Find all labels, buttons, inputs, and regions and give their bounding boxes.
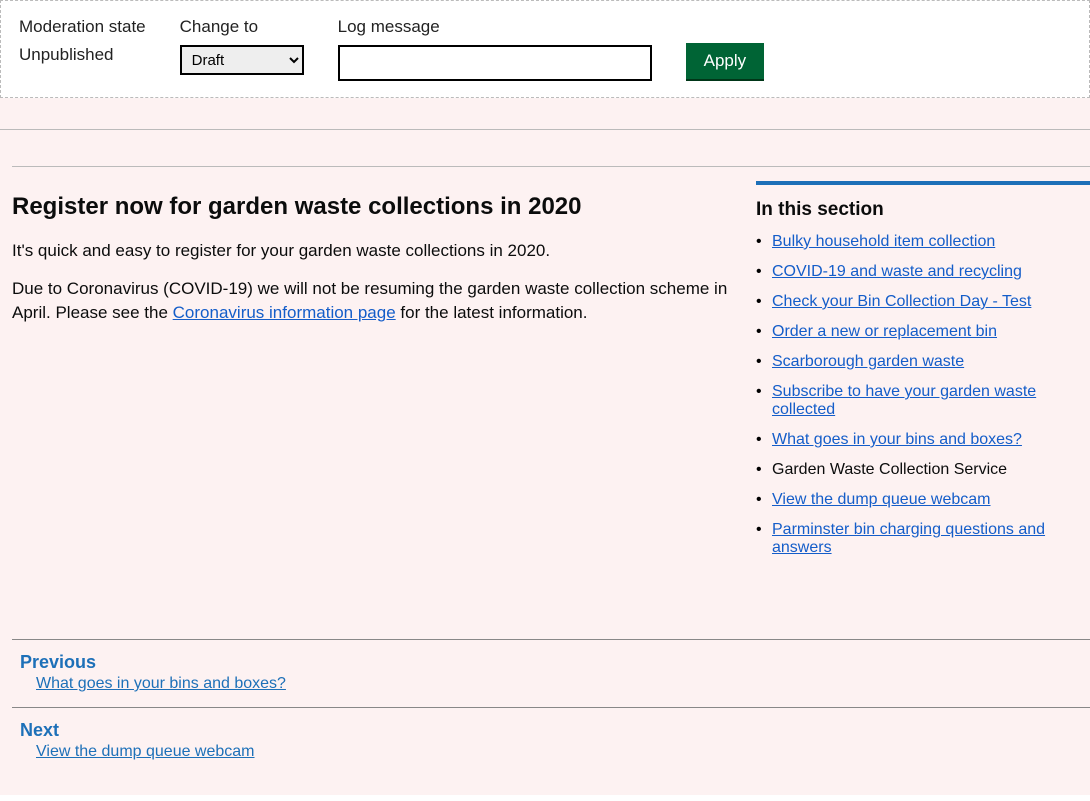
pager-previous-link[interactable]: What goes in your bins and boxes?	[36, 675, 286, 692]
section-nav-link[interactable]: Parminster bin charging questions and an…	[772, 521, 1045, 556]
apply-button[interactable]: Apply	[686, 43, 765, 79]
moderation-state-label: Moderation state	[19, 17, 146, 37]
pager-previous: Previous What goes in your bins and boxe…	[12, 639, 1090, 707]
section-nav-link[interactable]: View the dump queue webcam	[772, 491, 991, 508]
pager-next-label: Next	[20, 720, 1082, 741]
moderation-state-group: Moderation state Unpublished	[19, 17, 146, 65]
section-nav-link[interactable]: COVID-19 and waste and recycling	[772, 263, 1022, 280]
section-nav-item: Garden Waste Collection Service	[756, 461, 1090, 479]
pager: Previous What goes in your bins and boxe…	[12, 639, 1090, 775]
section-nav-item: Order a new or replacement bin	[756, 323, 1090, 341]
section-nav-item: COVID-19 and waste and recycling	[756, 263, 1090, 281]
pager-next-link[interactable]: View the dump queue webcam	[36, 743, 255, 760]
intro-paragraph: It's quick and easy to register for your…	[12, 239, 730, 263]
section-nav-item: Scarborough garden waste	[756, 353, 1090, 371]
section-nav-link[interactable]: What goes in your bins and boxes?	[772, 431, 1022, 448]
pager-previous-label: Previous	[20, 652, 1082, 673]
section-nav-item: Bulky household item collection	[756, 233, 1090, 251]
section-nav-link[interactable]: Bulky household item collection	[772, 233, 995, 250]
page-title: Register now for garden waste collection…	[12, 193, 730, 221]
section-nav-link[interactable]: Subscribe to have your garden waste coll…	[772, 383, 1036, 418]
covid-text-b: for the latest information.	[396, 303, 588, 322]
moderation-state-value: Unpublished	[19, 45, 146, 65]
section-nav-item: What goes in your bins and boxes?	[756, 431, 1090, 449]
log-message-group: Log message	[338, 17, 652, 81]
section-nav-list: Bulky household item collection COVID-19 …	[756, 233, 1090, 557]
pager-next: Next View the dump queue webcam	[12, 707, 1090, 775]
section-nav-link[interactable]: Check your Bin Collection Day - Test	[772, 293, 1031, 310]
moderation-bar: Moderation state Unpublished Change to D…	[0, 0, 1090, 98]
section-nav-item: Check your Bin Collection Day - Test	[756, 293, 1090, 311]
divider	[0, 98, 1090, 130]
section-nav-link[interactable]: Order a new or replacement bin	[772, 323, 997, 340]
change-to-select[interactable]: Draft	[180, 45, 304, 75]
section-nav-item: Subscribe to have your garden waste coll…	[756, 383, 1090, 419]
section-nav: In this section Bulky household item col…	[756, 181, 1090, 557]
main-content: Register now for garden waste collection…	[12, 167, 756, 569]
section-nav-link[interactable]: Scarborough garden waste	[772, 353, 964, 370]
section-nav-heading: In this section	[756, 199, 1090, 221]
section-nav-item: Parminster bin charging questions and an…	[756, 521, 1090, 557]
log-message-input[interactable]	[338, 45, 652, 81]
change-to-group: Change to Draft	[180, 17, 304, 75]
change-to-label: Change to	[180, 17, 304, 37]
section-nav-item: View the dump queue webcam	[756, 491, 1090, 509]
covid-paragraph: Due to Coronavirus (COVID-19) we will no…	[12, 277, 730, 325]
coronavirus-link[interactable]: Coronavirus information page	[173, 303, 396, 322]
log-message-label: Log message	[338, 17, 652, 37]
